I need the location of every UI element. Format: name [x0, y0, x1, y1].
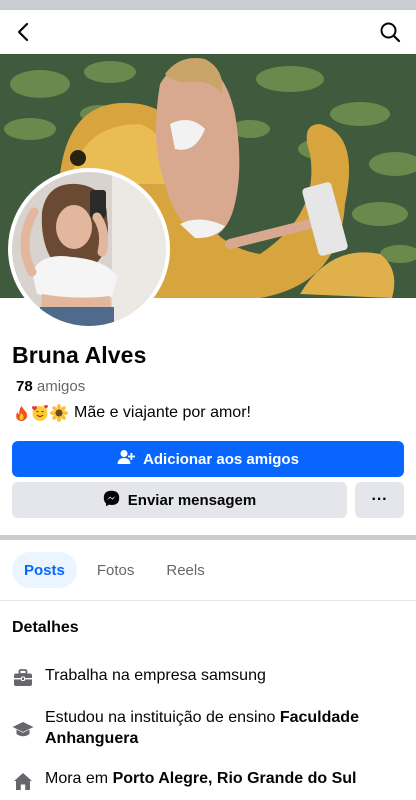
- bio-emojis: [12, 404, 68, 422]
- send-message-button[interactable]: Enviar mensagem: [12, 482, 347, 518]
- detail-work: Trabalha na empresa samsung: [12, 665, 404, 689]
- chevron-left-icon[interactable]: [10, 18, 38, 46]
- detail-lives-text: Mora em Porto Alegre, Rio Grande do Sul: [45, 768, 356, 789]
- status-strip: [0, 0, 416, 10]
- profile-tabs: Posts Fotos Reels: [12, 552, 217, 588]
- detail-work-text: Trabalha na empresa samsung: [45, 667, 266, 684]
- friends-label: amigos: [36, 378, 86, 395]
- lives-prefix: Mora em: [45, 770, 113, 787]
- home-icon: [12, 770, 34, 792]
- friends-count[interactable]: 78 amigos: [16, 378, 85, 395]
- bio-text: Mãe e viajante por amor!: [74, 404, 251, 421]
- profile-name: Bruna Alves: [12, 342, 147, 368]
- friends-number: 78: [16, 378, 33, 395]
- section-divider: [0, 535, 416, 540]
- smiling-face-with-hearts-icon: [31, 404, 49, 422]
- tabs-divider: [0, 600, 416, 601]
- detail-lives: Mora em Porto Alegre, Rio Grande do Sul: [12, 768, 404, 792]
- add-friend-label: Adicionar aos amigos: [143, 450, 299, 468]
- avatar[interactable]: [8, 168, 170, 330]
- sunflower-icon: [50, 404, 68, 422]
- more-icon: ···: [371, 491, 388, 508]
- briefcase-icon: [12, 667, 34, 689]
- more-options-button[interactable]: ···: [355, 482, 404, 518]
- tab-photos[interactable]: Fotos: [85, 552, 147, 588]
- send-message-label: Enviar mensagem: [127, 491, 257, 509]
- add-friend-button[interactable]: Adicionar aos amigos: [12, 441, 404, 477]
- add-friend-icon: [117, 449, 136, 469]
- detail-education: Estudou na instituição de ensino Faculda…: [12, 707, 404, 749]
- messenger-icon: [103, 490, 120, 511]
- education-prefix: Estudou na instituição de ensino: [45, 709, 280, 726]
- fire-icon: [12, 404, 30, 422]
- tab-reels[interactable]: Reels: [154, 552, 216, 588]
- lives-location[interactable]: Porto Alegre, Rio Grande do Sul: [113, 770, 357, 787]
- search-icon[interactable]: [376, 18, 404, 46]
- top-bar: [0, 10, 416, 54]
- tab-posts[interactable]: Posts: [12, 552, 77, 588]
- graduation-cap-icon: [12, 719, 34, 741]
- detail-education-text: Estudou na instituição de ensino Faculda…: [45, 707, 404, 749]
- details-title: Detalhes: [12, 619, 79, 636]
- bio: Mãe e viajante por amor!: [12, 404, 251, 422]
